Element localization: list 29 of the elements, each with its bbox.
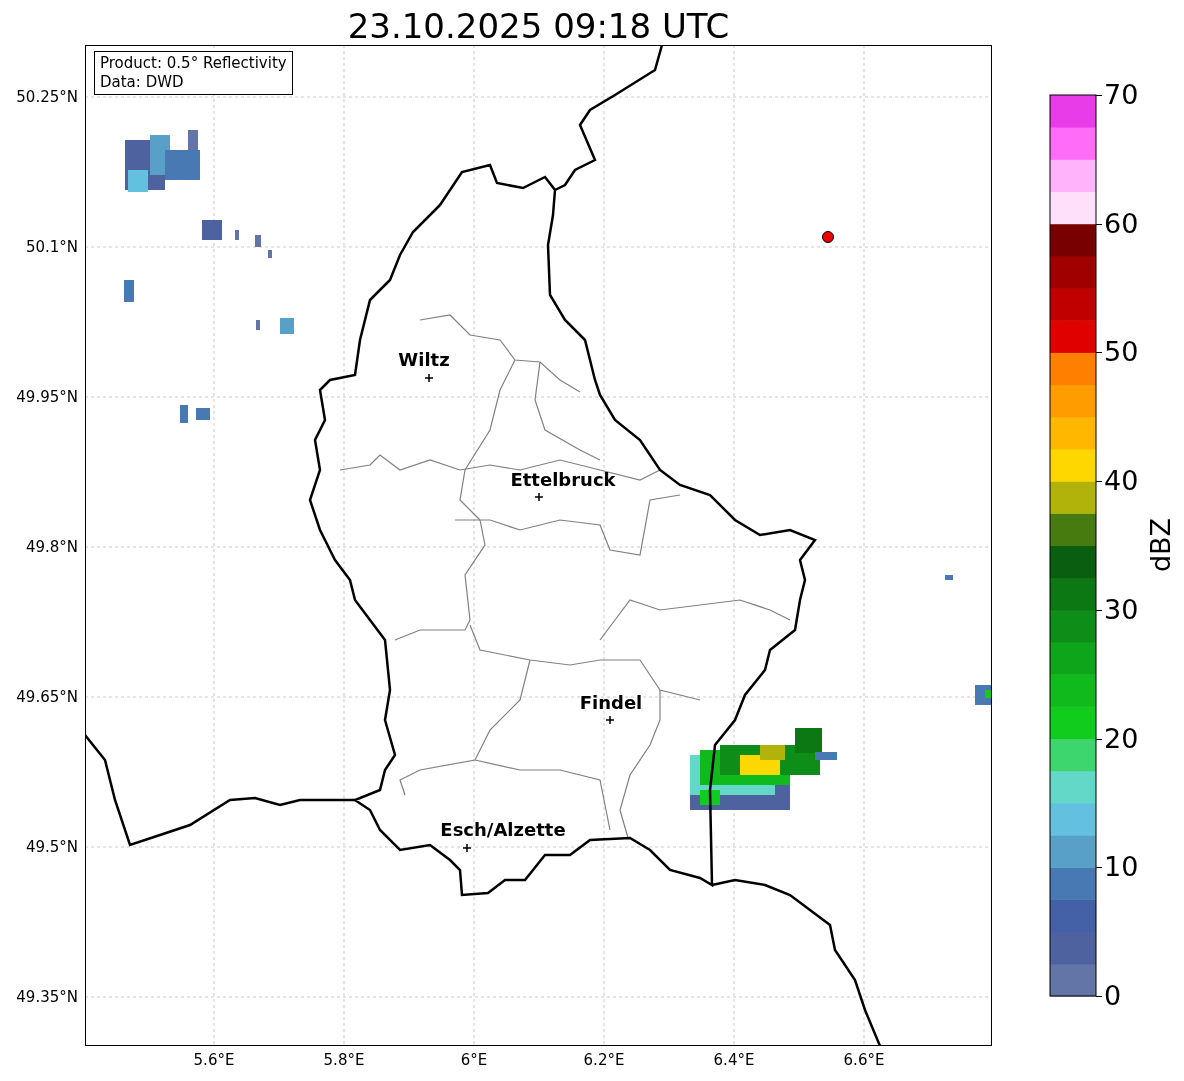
colorbar-label: dBZ (1146, 516, 1176, 575)
axis-tick-label: 50.25°N (15, 88, 78, 106)
axis-tick-label: 6°E (460, 1051, 488, 1069)
colorbar-tick-label: 20 (1104, 723, 1139, 754)
info-text: Product: 0.5° Reflectivity (100, 54, 287, 73)
axis-tick-label: 50.1°N (24, 238, 78, 256)
axis-tick-label: 6.6°E (843, 1051, 885, 1069)
colorbar-tick-label: 10 (1104, 852, 1139, 883)
chart-title: 23.10.2025 09:18 UTC (346, 5, 731, 48)
colorbar-tick-label: 40 (1104, 466, 1139, 497)
colorbar-tick-label: 0 (1104, 981, 1122, 1011)
axis-tick-label: 6.2°E (583, 1051, 625, 1069)
info-text: Data: DWD (100, 73, 185, 92)
colorbar-tick-label: 60 (1104, 208, 1139, 239)
axis-tick-label: 5.6°E (193, 1051, 235, 1069)
city-label: Esch/Alzette (440, 820, 566, 840)
axis-tick-label: 49.65°N (15, 688, 78, 706)
axis-tick-label: 6.4°E (713, 1051, 755, 1069)
colorbar-tick-label: 70 (1104, 80, 1139, 110)
axis-tick-label: 49.95°N (15, 388, 78, 406)
axis-tick-label: 49.8°N (24, 538, 78, 556)
axis-tick-label: 49.35°N (15, 988, 78, 1006)
city-label: Ettelbruck (510, 470, 616, 490)
city-label: Wiltz (398, 350, 450, 370)
axis-tick-label: 5.8°E (323, 1051, 365, 1069)
city-label: Findel (579, 693, 643, 713)
axis-tick-label: 49.5°N (24, 838, 78, 856)
colorbar-tick-label: 30 (1104, 594, 1139, 625)
colorbar-tick-label: 50 (1104, 337, 1139, 368)
